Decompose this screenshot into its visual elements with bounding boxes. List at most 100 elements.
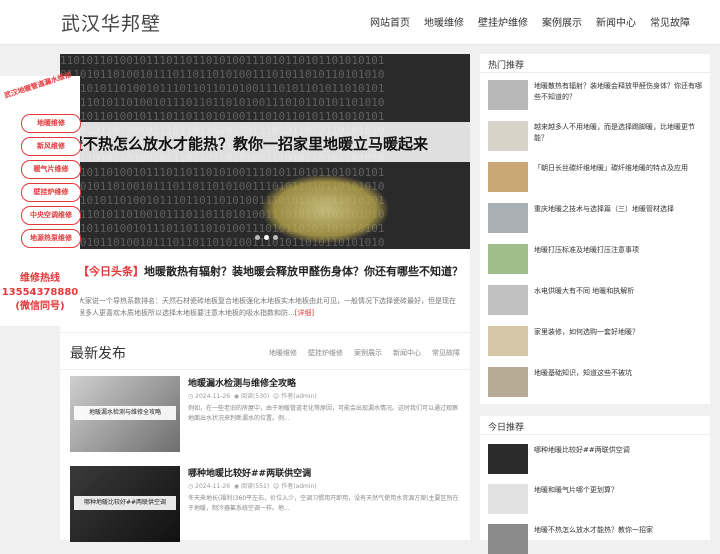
eye-icon: ◉ bbox=[233, 483, 240, 490]
latest-title: 最新发布 bbox=[70, 346, 126, 362]
post-meta: ◷ 2024-11-26 ◉ 阅读(530) ☺ 作者(admin) bbox=[188, 391, 317, 400]
nav-home[interactable]: 网站首页 bbox=[370, 14, 410, 29]
post-views: 阅读(530) bbox=[241, 393, 270, 400]
hotline-number[interactable]: 13554378880 bbox=[0, 286, 80, 300]
today-item[interactable]: 地暖不热怎么放水才能热？教你一招家 bbox=[488, 524, 710, 554]
hot-thumbnail[interactable] bbox=[488, 162, 528, 192]
hot-item[interactable]: 越来越多人不用地暖，而是选择踢脚暖，比地暖更节能？ bbox=[488, 121, 710, 151]
main-content: 1101011010010111011011010100111010110101… bbox=[60, 54, 470, 542]
post-thumbnail[interactable]: 哪种地暖比较好##两联供空调 bbox=[70, 466, 180, 542]
today-thumbnail[interactable] bbox=[488, 484, 528, 514]
service-ribbon: 武汉地暖管道漏水维修 bbox=[3, 70, 73, 100]
headline-tag: 【今日头条】 bbox=[78, 265, 144, 278]
nav-cases[interactable]: 案例展示 bbox=[542, 14, 582, 29]
post-author: 作者(admin) bbox=[281, 483, 317, 490]
today-item[interactable]: 地暖和暖气片哪个更划算？ bbox=[488, 484, 710, 514]
site-logo[interactable]: 武汉华邦壁 bbox=[61, 9, 161, 36]
summary-text: 大家说一个导热系数排名：天然石材瓷砖地板复合地板强化木地板实木地板由此可见，一般… bbox=[78, 297, 456, 317]
hot-thumbnail[interactable] bbox=[488, 244, 528, 274]
clock-icon: ◷ bbox=[188, 483, 194, 490]
cable-graphic bbox=[260, 174, 390, 244]
nav-faq[interactable]: 常见故障 bbox=[650, 14, 690, 29]
latest-section-header: 最新发布 地暖维修 壁挂炉维修 案例展示 新闻中心 常见故障 bbox=[60, 332, 470, 370]
hot-thumbnail[interactable] bbox=[488, 285, 528, 315]
nav-floor-heating-repair[interactable]: 地暖维修 bbox=[424, 14, 464, 29]
tab-floor-heating-repair[interactable]: 地暖维修 bbox=[269, 348, 297, 358]
tab-faq[interactable]: 常见故障 bbox=[432, 348, 460, 358]
post-item[interactable]: 地暖漏水检测与维修全攻略 地暖漏水检测与维修全攻略 ◷ 2024-11-26 ◉… bbox=[70, 376, 460, 452]
hot-item[interactable]: 地暖散热有辐射？装地暖会释放甲醛伤身体？你还有哪些不知道的？ bbox=[488, 80, 710, 110]
nav-boiler-repair[interactable]: 壁挂炉维修 bbox=[478, 14, 528, 29]
site-header: 武汉华邦壁 网站首页 地暖维修 壁挂炉维修 案例展示 新闻中心 常见故障 bbox=[0, 0, 720, 45]
today-title: 今日推荐 bbox=[488, 423, 525, 433]
slider-dot-3[interactable] bbox=[273, 235, 278, 240]
hot-thumbnail[interactable] bbox=[488, 367, 528, 397]
today-item[interactable]: 哪种地暖比较好##两联供空调 bbox=[488, 444, 710, 474]
slider-dots bbox=[255, 235, 278, 240]
tab-news[interactable]: 新闻中心 bbox=[393, 348, 421, 358]
hot-item[interactable]: 地暖基础知识，知道这些不被坑 bbox=[488, 367, 710, 397]
tab-boiler-repair[interactable]: 壁挂炉维修 bbox=[308, 348, 343, 358]
today-item-title[interactable]: 地暖不热怎么放水才能热？教你一招家 bbox=[534, 525, 708, 536]
service-button-boiler[interactable]: 壁挂炉维修 bbox=[21, 183, 81, 202]
hot-item-title[interactable]: 重庆地暖之技术与选择篇（三）地暖管材选择 bbox=[534, 204, 708, 215]
hot-item-title[interactable]: 越来越多人不用地暖，而是选择踢脚暖，比地暖更节能？ bbox=[534, 122, 708, 144]
hot-thumbnail[interactable] bbox=[488, 80, 528, 110]
hot-item[interactable]: 重庆地暖之技术与选择篇（三）地暖管材选择 bbox=[488, 203, 710, 233]
post-item[interactable]: 哪种地暖比较好##两联供空调 哪种地暖比较好##两联供空调 ◷ 2024-11-… bbox=[70, 466, 460, 542]
today-recommend-panel: 今日推荐 哪种地暖比较好##两联供空调 地暖和暖气片哪个更划算？ 地暖不热怎么放… bbox=[480, 416, 710, 554]
divider bbox=[480, 434, 710, 435]
post-meta: ◷ 2024-11-26 ◉ 阅读(551) ☺ 作者(admin) bbox=[188, 481, 317, 490]
hero-slider[interactable]: 1101011010010111011011010100111010110101… bbox=[60, 54, 470, 249]
today-thumbnail[interactable] bbox=[488, 444, 528, 474]
service-button-heat-pump[interactable]: 地源热泵维修 bbox=[21, 229, 81, 248]
service-button-floor-heating[interactable]: 地暖维修 bbox=[21, 114, 81, 133]
divider bbox=[480, 72, 710, 73]
post-date: 2024-11-26 bbox=[195, 393, 231, 400]
today-item-title[interactable]: 地暖和暖气片哪个更划算？ bbox=[534, 485, 708, 496]
hot-item[interactable]: 地暖打压标准及地暖打压注意事项 bbox=[488, 244, 710, 274]
user-icon: ☺ bbox=[273, 393, 280, 400]
latest-tabs: 地暖维修 壁挂炉维修 案例展示 新闻中心 常见故障 bbox=[269, 348, 460, 358]
hotline-note: (微信同号) bbox=[15, 301, 65, 312]
user-icon: ☺ bbox=[273, 483, 280, 490]
nav-news[interactable]: 新闻中心 bbox=[596, 14, 636, 29]
tab-cases[interactable]: 案例展示 bbox=[354, 348, 382, 358]
hot-item[interactable]: 「朝日长丝碳纤维地暖」碳纤维地暖的特点及应用 bbox=[488, 162, 710, 192]
hot-thumbnail[interactable] bbox=[488, 203, 528, 233]
post-thumbnail[interactable]: 地暖漏水检测与维修全攻略 bbox=[70, 376, 180, 452]
service-button-central-ac[interactable]: 中央空调维修 bbox=[21, 206, 81, 225]
post-title[interactable]: 哪种地暖比较好##两联供空调 bbox=[188, 466, 311, 479]
post-title[interactable]: 地暖漏水检测与维修全攻略 bbox=[188, 376, 296, 389]
hot-item-title[interactable]: 地暖散热有辐射？装地暖会释放甲醛伤身体？你还有哪些不知道的？ bbox=[534, 81, 708, 103]
hot-item-title[interactable]: 地暖基础知识，知道这些不被坑 bbox=[534, 368, 708, 379]
today-item-title[interactable]: 哪种地暖比较好##两联供空调 bbox=[534, 445, 708, 456]
hot-item[interactable]: 水电供暖大有不同 地暖和执解析 bbox=[488, 285, 710, 315]
summary-more-link[interactable]: [详细] bbox=[295, 309, 314, 317]
hot-item-title[interactable]: 水电供暖大有不同 地暖和执解析 bbox=[534, 286, 708, 297]
hot-title: 热门推荐 bbox=[488, 61, 525, 71]
main-nav: 网站首页 地暖维修 壁挂炉维修 案例展示 新闻中心 常见故障 bbox=[370, 14, 690, 29]
today-thumbnail[interactable] bbox=[488, 524, 528, 554]
service-button-fresh-air[interactable]: 新风维修 bbox=[21, 137, 81, 156]
thumbnail-caption: 地暖漏水检测与维修全攻略 bbox=[74, 406, 176, 420]
hot-item-title[interactable]: 地暖打压标准及地暖打压注意事项 bbox=[534, 245, 708, 256]
eye-icon: ◉ bbox=[233, 393, 240, 400]
hot-thumbnail[interactable] bbox=[488, 326, 528, 356]
top-headline[interactable]: 【今日头条】地暖散热有辐射？装地暖会释放甲醛伤身体？你还有哪些不知道？ bbox=[78, 264, 470, 279]
hot-item-title[interactable]: 「朝日长丝碳纤维地暖」碳纤维地暖的特点及应用 bbox=[534, 163, 708, 174]
thumbnail-caption: 哪种地暖比较好##两联供空调 bbox=[74, 496, 176, 510]
service-button-radiator[interactable]: 暖气片维修 bbox=[21, 160, 81, 179]
headline-text[interactable]: 地暖散热有辐射？装地暖会释放甲醛伤身体？你还有哪些不知道？ bbox=[144, 265, 463, 278]
post-author: 作者(admin) bbox=[281, 393, 317, 400]
post-date: 2024-11-26 bbox=[195, 483, 231, 490]
slide-title[interactable]: 暖不热怎么放水才能热？教你一招家里地暖立马暖起来 bbox=[68, 133, 428, 154]
headline-summary: 大家说一个导热系数排名：天然石材瓷砖地板复合地板强化木地板实木地板由此可见，一般… bbox=[78, 295, 462, 319]
hot-item-title[interactable]: 家里装修，如何选购一套好地暖？ bbox=[534, 327, 708, 338]
post-description: 冬天来地长(福利)360平左右，价位入少，空调习惯用开即用，没有天然气使用水资源… bbox=[188, 495, 459, 512]
slider-dot-2[interactable] bbox=[264, 235, 269, 240]
hot-item[interactable]: 家里装修，如何选购一套好地暖？ bbox=[488, 326, 710, 356]
hot-thumbnail[interactable] bbox=[488, 121, 528, 151]
slider-dot-1[interactable] bbox=[255, 235, 260, 240]
service-hotline: 维修热线 13554378880 (微信同号) bbox=[0, 272, 80, 314]
